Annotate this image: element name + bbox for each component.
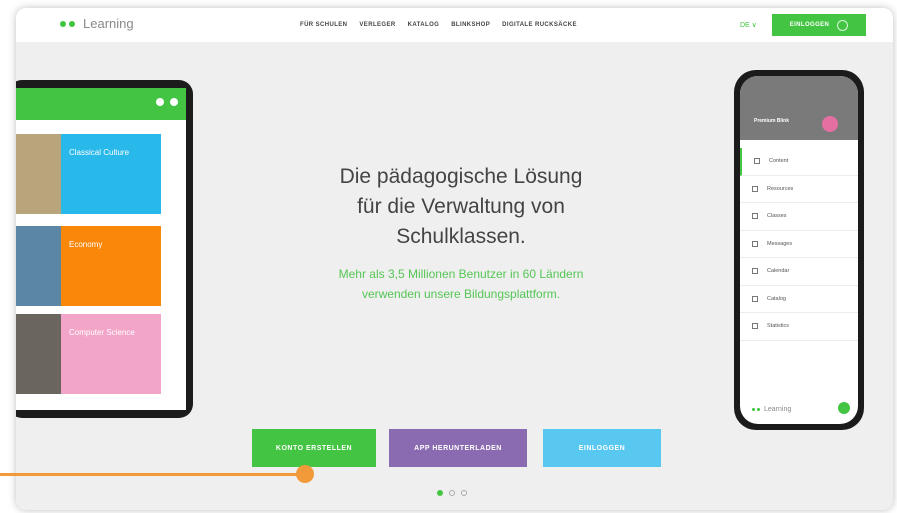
phone-logo: Learning (752, 406, 791, 413)
hero-title-line: Schulklassen. (396, 225, 526, 248)
logo-dot-icon (757, 408, 760, 411)
user-icon (837, 19, 849, 31)
annotation-dot (296, 465, 314, 483)
hero-subtitle-line: Mehr als 3,5 Millionen Benutzer in 60 Lä… (338, 267, 584, 281)
menu-item-calendar[interactable]: Calendar (740, 258, 858, 286)
main-nav: FÜR SCHULEN VERLEGER KATALOG BLINKSHOP D… (300, 22, 577, 28)
nav-link-katalog[interactable]: KATALOG (408, 22, 440, 28)
menu-item-resources[interactable]: Resources (740, 176, 858, 203)
header-login-button[interactable]: EINLOGGEN (772, 14, 866, 36)
browser-page: Learning FÜR SCHULEN VERLEGER KATALOG BL… (16, 8, 893, 510)
carousel-dot-active[interactable] (437, 490, 443, 496)
carousel-dot[interactable] (461, 490, 467, 496)
download-app-button[interactable]: APP HERUNTERLADEN (389, 429, 527, 467)
chart-icon (752, 323, 758, 330)
site-logo[interactable]: Learning (60, 16, 134, 31)
nav-link-digitale-rucksacke[interactable]: DIGITALE RUCKSÄCKE (502, 22, 577, 28)
catalog-icon (752, 295, 758, 302)
tablet-screen: Classical Culture Economy Computer Scien… (16, 88, 186, 410)
login-button[interactable]: EINLOGGEN (543, 429, 661, 467)
grid-icon (752, 185, 758, 192)
menu-item-classes[interactable]: Classes (740, 203, 858, 231)
trash-icon (170, 98, 178, 106)
phone-side-menu: Content Resources Classes Messages Calen… (740, 148, 858, 341)
tablet-app-bar (16, 88, 186, 120)
menu-item-statistics[interactable]: Statistics (740, 313, 858, 341)
phone-profile-header: Premium Blink (740, 76, 858, 140)
course-card[interactable]: Classical Culture (16, 134, 161, 214)
menu-item-content[interactable]: Content (740, 148, 858, 176)
annotation-line (0, 473, 307, 476)
header-login-label: EINLOGGEN (789, 22, 830, 28)
logo-text: Learning (83, 16, 134, 31)
profile-name: Premium Blink (754, 118, 790, 124)
logo-dot-icon (60, 20, 66, 27)
create-account-button[interactable]: KONTO ERSTELLEN (252, 429, 376, 467)
nav-link-fur-schulen[interactable]: FÜR SCHULEN (300, 22, 347, 28)
course-title: Computer Science (61, 314, 161, 394)
course-card[interactable]: Economy (16, 226, 161, 306)
hero-subtitle-line: verwenden unsere Bildungsplattform. (361, 287, 561, 301)
message-icon (752, 240, 758, 247)
carousel-pagination (437, 490, 467, 496)
carousel-dot[interactable] (449, 490, 455, 496)
classes-icon (752, 213, 758, 220)
logo-dot-icon (69, 20, 75, 27)
course-image (16, 226, 61, 306)
nav-link-blinkshop[interactable]: BLINKSHOP (451, 22, 490, 28)
whatsapp-icon[interactable] (838, 402, 850, 414)
course-image (16, 314, 61, 394)
phone-mockup: Premium Blink Content Resources Classes (734, 70, 864, 430)
language-selector[interactable]: DE ∨ (740, 21, 757, 29)
menu-item-catalog[interactable]: Catalog (740, 286, 858, 313)
course-image (16, 134, 61, 214)
calendar-icon (752, 268, 758, 275)
content-icon (754, 158, 760, 165)
nav-link-verleger[interactable]: VERLEGER (359, 22, 395, 28)
course-title: Economy (61, 226, 161, 306)
course-title: Classical Culture (61, 134, 161, 214)
hero-title: Die pädagogische Lösung für die Verwaltu… (276, 162, 646, 252)
top-navigation-bar: Learning FÜR SCHULEN VERLEGER KATALOG BL… (16, 8, 893, 42)
hero-title-line: Die pädagogische Lösung (339, 165, 583, 188)
tablet-mockup: Classical Culture Economy Computer Scien… (16, 80, 193, 418)
hero-title-line: für die Verwaltung von (357, 195, 565, 218)
logo-dot-icon (752, 408, 755, 411)
course-card[interactable]: Computer Science (16, 314, 161, 394)
settings-icon (156, 98, 164, 106)
phone-screen: Premium Blink Content Resources Classes (740, 76, 858, 424)
avatar[interactable] (822, 116, 838, 132)
menu-item-messages[interactable]: Messages (740, 231, 858, 258)
hero-subtitle: Mehr als 3,5 Millionen Benutzer in 60 Lä… (276, 264, 646, 304)
